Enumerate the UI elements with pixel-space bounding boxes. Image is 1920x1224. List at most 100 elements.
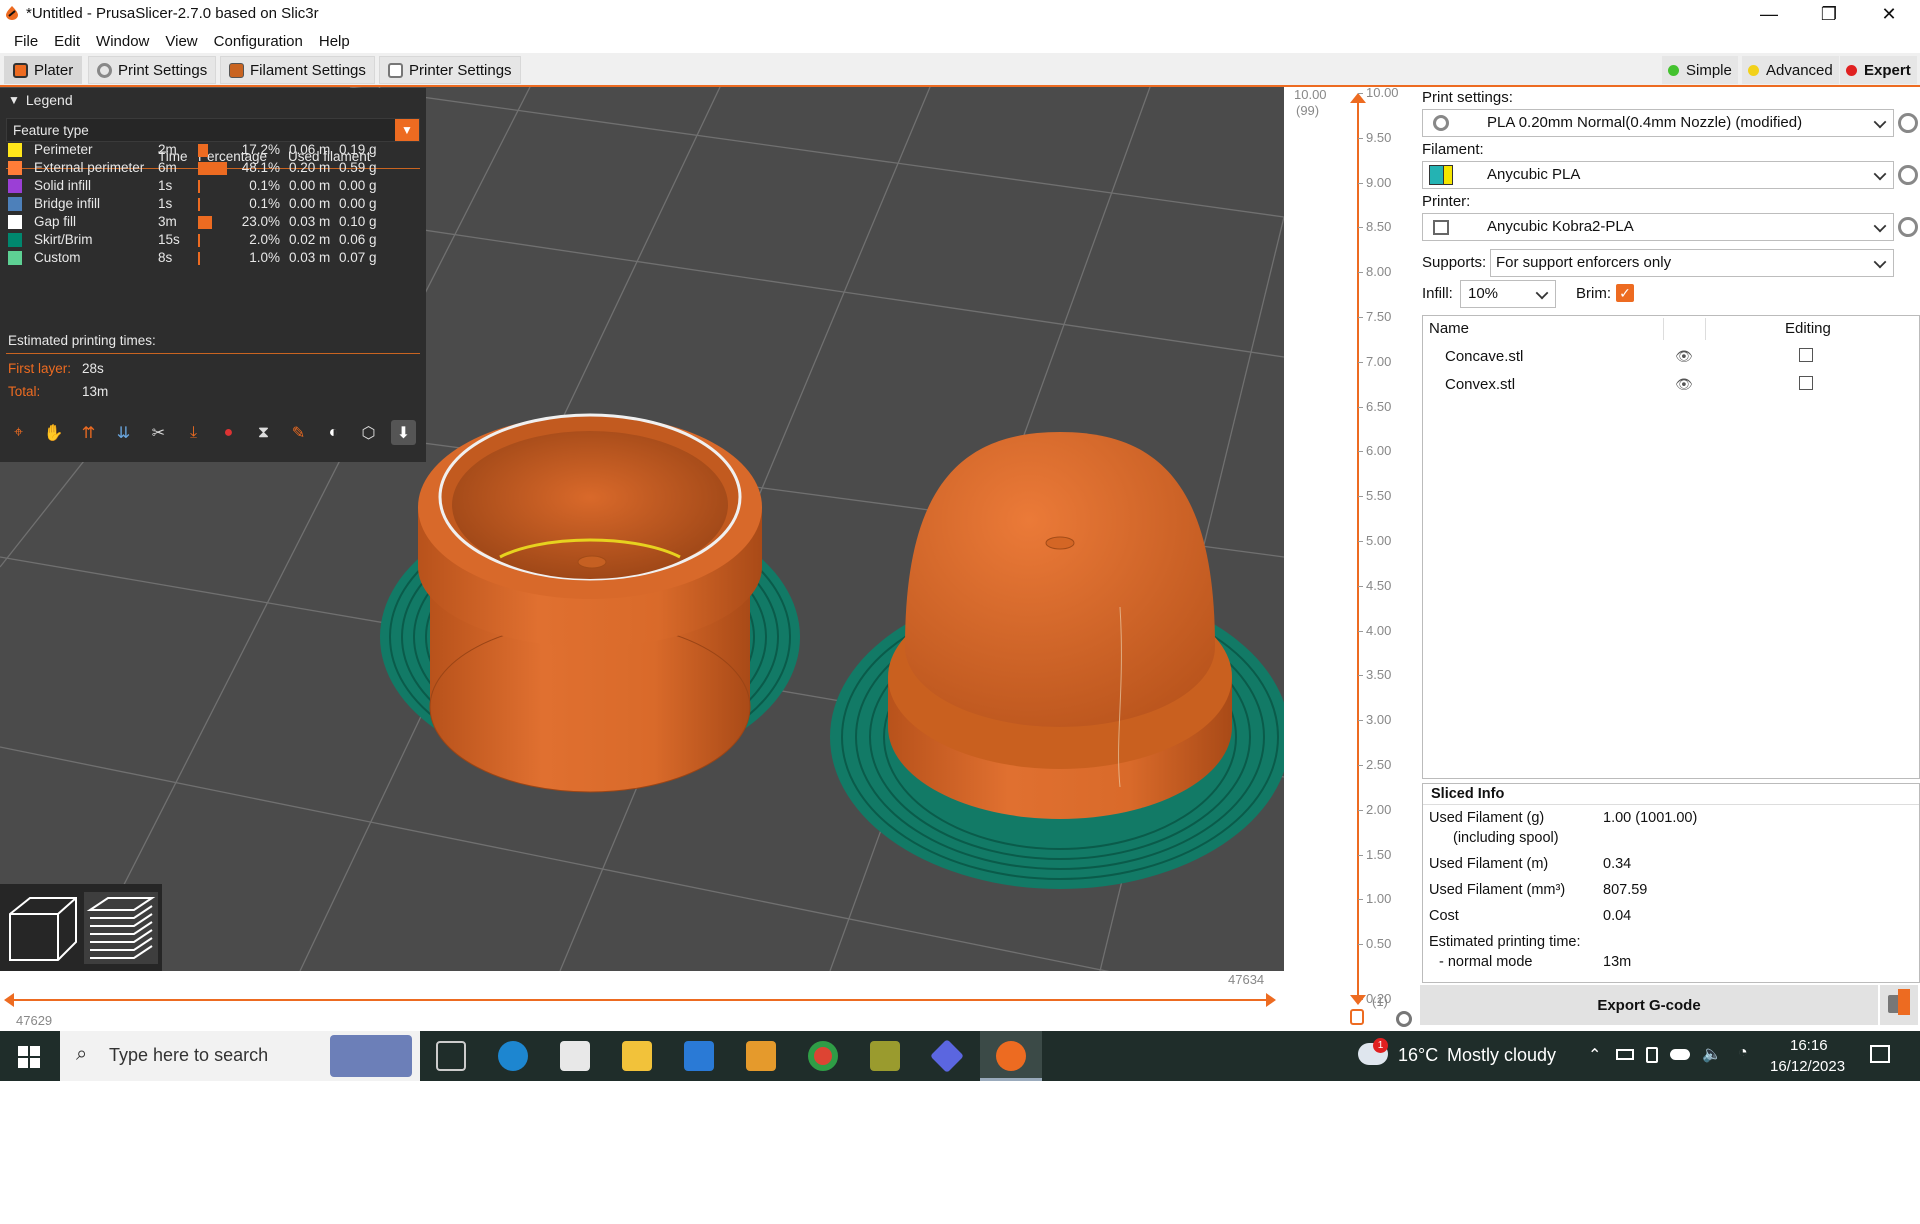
- color-changes-icon[interactable]: ●: [216, 420, 241, 445]
- tab-filament-settings-label: Filament Settings: [250, 61, 366, 79]
- task-view-icon[interactable]: [436, 1041, 466, 1071]
- tab-plater[interactable]: Plater: [4, 56, 83, 84]
- lock-icon[interactable]: [1350, 1009, 1364, 1025]
- deretractions-icon[interactable]: ⇊: [111, 420, 136, 445]
- legend-row[interactable]: Bridge infill 1s 0.1% 0.00 m 0.00 g: [8, 195, 418, 213]
- tool-changes-icon[interactable]: ⤓: [181, 420, 206, 445]
- edit-object-icon[interactable]: [1799, 376, 1813, 390]
- center-of-gravity-icon[interactable]: ◐: [321, 420, 346, 445]
- layer-height-tick: 6.50: [1357, 398, 1392, 414]
- 3d-view-cube-icon[interactable]: [6, 892, 80, 964]
- notifications-icon[interactable]: [1870, 1045, 1890, 1063]
- object-row[interactable]: Convex.stl 👁: [1423, 371, 1919, 397]
- menu-configuration[interactable]: Configuration: [206, 33, 311, 50]
- battery-icon[interactable]: [1616, 1049, 1634, 1060]
- device-icon[interactable]: [1646, 1047, 1658, 1063]
- filament-color-swatch-2: [1443, 165, 1453, 185]
- minimize-button[interactable]: —: [1740, 0, 1798, 29]
- eye-icon[interactable]: 👁: [1675, 348, 1693, 365]
- view-type-select[interactable]: Feature type ▼: [6, 118, 420, 142]
- export-gcode-button[interactable]: Export G-code: [1420, 985, 1878, 1025]
- send-to-printer-button[interactable]: [1880, 985, 1918, 1025]
- print-settings-select[interactable]: PLA 0.20mm Normal(0.4mm Nozzle) (modifie…: [1422, 109, 1894, 137]
- tab-filament-settings[interactable]: Filament Settings: [220, 56, 375, 84]
- info-sub-label: - normal mode: [1439, 954, 1533, 970]
- menu-help[interactable]: Help: [311, 33, 358, 50]
- legend-row[interactable]: Custom 8s 1.0% 0.03 m 0.07 g: [8, 249, 418, 267]
- edge-icon[interactable]: [498, 1041, 528, 1071]
- custom-gcode-icon[interactable]: ✎: [286, 420, 311, 445]
- close-button[interactable]: ✕: [1860, 0, 1918, 29]
- legend-row[interactable]: External perimeter 6m 48.1% 0.20 m 0.59 g: [8, 159, 418, 177]
- settings-gear-icon[interactable]: [1396, 1011, 1412, 1027]
- preview-layers-icon[interactable]: [84, 892, 158, 964]
- filament-label: Filament:: [1422, 141, 1484, 158]
- infill-select[interactable]: 10%: [1460, 280, 1556, 308]
- menu-edit[interactable]: Edit: [46, 33, 88, 50]
- file-explorer-icon[interactable]: [622, 1041, 652, 1071]
- wifi-icon[interactable]: ◔: [1738, 1044, 1748, 1062]
- vertical-layer-slider[interactable]: 10.00 (99) 10.00 9.50 9.00 8.50 8.00 7.50 7.00…: [1284, 85, 1420, 1031]
- hslider-left-thumb[interactable]: [4, 993, 14, 1007]
- concave-model[interactable]: [380, 413, 800, 793]
- printer-select[interactable]: Anycubic Kobra2-PLA: [1422, 213, 1894, 241]
- edit-object-icon[interactable]: [1799, 348, 1813, 362]
- menu-view[interactable]: View: [157, 33, 205, 50]
- tab-print-settings[interactable]: Print Settings: [88, 56, 217, 84]
- onedrive-icon[interactable]: [1670, 1049, 1690, 1060]
- percentage-bar: [198, 180, 200, 193]
- travel-icon[interactable]: ⌖: [6, 420, 31, 445]
- layer-height-tick: 7.00: [1357, 353, 1392, 369]
- store-icon[interactable]: [560, 1041, 590, 1071]
- mode-advanced[interactable]: Advanced: [1742, 56, 1839, 84]
- object-row[interactable]: Concave.stl 👁: [1423, 343, 1919, 369]
- legend-row[interactable]: Perimeter 2m 17.2% 0.06 m 0.19 g: [8, 141, 418, 159]
- layer-height-tick: 9.50: [1357, 129, 1392, 145]
- filament-select[interactable]: Anycubic PLA: [1422, 161, 1894, 189]
- print-settings-value: PLA 0.20mm Normal(0.4mm Nozzle) (modifie…: [1487, 114, 1803, 131]
- menu-window[interactable]: Window: [88, 33, 157, 50]
- app-cube-icon[interactable]: [930, 1039, 964, 1073]
- windows-start-icon[interactable]: [18, 1046, 40, 1068]
- chevron-up-icon[interactable]: ⌃: [1588, 1045, 1601, 1065]
- volume-icon[interactable]: 🔈: [1702, 1044, 1722, 1064]
- tool-marker-icon[interactable]: ⬇: [391, 420, 416, 445]
- retractions-icon[interactable]: ⇈: [76, 420, 101, 445]
- menu-file[interactable]: File: [6, 33, 46, 50]
- mode-expert[interactable]: Expert: [1840, 56, 1917, 84]
- edit-filament-gear-icon[interactable]: [1898, 165, 1918, 185]
- mail-icon[interactable]: [684, 1041, 714, 1071]
- edit-printer-gear-icon[interactable]: [1898, 217, 1918, 237]
- convex-model[interactable]: [830, 432, 1284, 889]
- clock-time[interactable]: 16:16: [1790, 1037, 1828, 1054]
- horizontal-gcode-slider[interactable]: 47634 47629: [0, 971, 1284, 1031]
- app-icon[interactable]: [746, 1041, 776, 1071]
- vslider-top-layer: (99): [1296, 103, 1320, 118]
- legend-row[interactable]: Skirt/Brim 15s 2.0% 0.02 m 0.06 g: [8, 231, 418, 249]
- eye-icon[interactable]: 👁: [1675, 376, 1693, 393]
- wipe-icon[interactable]: ✋: [41, 420, 66, 445]
- title-bar: *Untitled - PrusaSlicer-2.7.0 based on S…: [0, 0, 1920, 29]
- chrome-icon[interactable]: [808, 1041, 838, 1071]
- legend-row[interactable]: Solid infill 1s 0.1% 0.00 m 0.00 g: [8, 177, 418, 195]
- info-sub-label: (including spool): [1453, 830, 1559, 846]
- mode-simple[interactable]: Simple: [1662, 56, 1738, 84]
- taskbar-search-box[interactable]: ⌕ Type here to search: [60, 1031, 420, 1081]
- tab-printer-settings[interactable]: Printer Settings: [379, 56, 521, 84]
- clock-date[interactable]: 16/12/2023: [1770, 1058, 1845, 1075]
- filament-value: Anycubic PLA: [1487, 166, 1581, 183]
- legend-row[interactable]: Gap fill 3m 23.0% 0.03 m 0.10 g: [8, 213, 418, 231]
- edit-print-settings-gear-icon[interactable]: [1898, 113, 1918, 133]
- vslider-bottom-thumb[interactable]: [1350, 995, 1366, 1005]
- restore-button[interactable]: ❐: [1800, 0, 1858, 29]
- seams-icon[interactable]: ✂: [146, 420, 171, 445]
- hslider-right-thumb[interactable]: [1266, 993, 1276, 1007]
- legend-header[interactable]: ▼ Legend: [8, 92, 73, 108]
- expert-mode-icon: [1846, 64, 1857, 76]
- pause-icon[interactable]: ⧗: [251, 420, 276, 445]
- brim-checkbox[interactable]: ✓: [1616, 284, 1634, 302]
- game-icon[interactable]: [870, 1041, 900, 1071]
- prusaslicer-taskbar-button[interactable]: [980, 1031, 1042, 1081]
- supports-select[interactable]: For support enforcers only: [1490, 249, 1894, 277]
- shells-icon[interactable]: ⬡: [356, 420, 381, 445]
